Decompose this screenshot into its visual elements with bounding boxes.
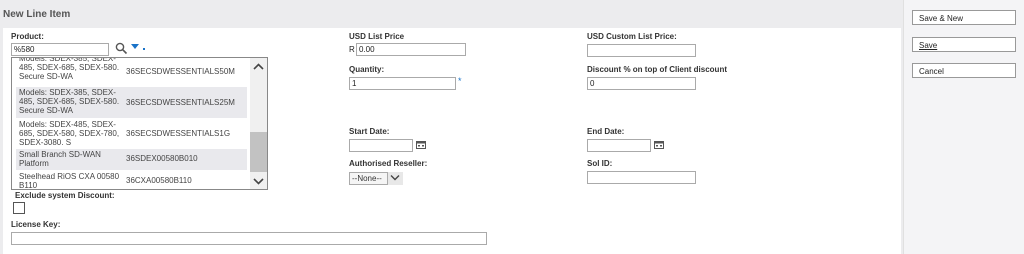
scroll-down-icon[interactable] — [252, 177, 265, 186]
end-date-label: End Date: — [587, 127, 625, 136]
usd-list-price-input[interactable] — [356, 43, 466, 56]
save-button-label: Save — [919, 41, 938, 50]
dropdown-option[interactable]: Steelhead RiOS CXA 00580 B110 36CXA00580… — [16, 171, 247, 190]
required-marker: * — [458, 76, 462, 86]
product-dropdown: Models: SDEX-385, SDEX-485, SDEX-685, SD… — [11, 57, 268, 190]
quantity-label: Quantity: — [349, 65, 385, 74]
product-input[interactable] — [11, 43, 109, 56]
scroll-up-icon[interactable] — [252, 62, 265, 71]
action-panel: Save & New Save Cancel — [903, 0, 1024, 254]
cancel-button-label: Cancel — [919, 67, 944, 76]
exclude-discount-checkbox[interactable] — [13, 202, 25, 214]
option-description: Steelhead RiOS CXA 00580 B110 — [19, 172, 120, 190]
lookup-dropdown-icon[interactable] — [130, 42, 148, 53]
option-code: 36CXA00580B110 — [126, 176, 192, 185]
start-date-input[interactable] — [349, 139, 413, 152]
discount-input[interactable] — [587, 77, 696, 90]
save-and-new-button[interactable]: Save & New — [912, 10, 1016, 25]
option-description: Models: SDEX-385, SDEX-485, SDEX-685, SD… — [19, 88, 120, 115]
option-code: 36SECSDWESSENTIALS1G — [126, 129, 231, 138]
quantity-input[interactable] — [349, 77, 456, 90]
sol-id-input[interactable] — [587, 171, 696, 184]
usd-custom-list-price-input[interactable] — [587, 44, 696, 57]
option-code: 36SECSDWESSENTIALS25M — [126, 98, 235, 107]
license-key-label: License Key: — [11, 220, 61, 229]
usd-custom-list-price-label: USD Custom List Price: — [587, 32, 677, 41]
exclude-discount-label: Exclude system Discount: — [15, 191, 115, 200]
option-code: 36SECSDWESSENTIALS50M — [126, 67, 235, 76]
select-arrow-icon — [390, 175, 400, 181]
page-title: New Line Item — [3, 9, 71, 20]
dropdown-option[interactable]: Small Branch SD-WAN Platform 36SDEX00580… — [16, 149, 247, 170]
option-description: Small Branch SD-WAN Platform — [19, 150, 101, 168]
calendar-icon[interactable] — [416, 140, 426, 149]
search-icon[interactable] — [115, 42, 128, 55]
currency-prefix: R — [349, 45, 355, 54]
select-arrow-box[interactable] — [387, 172, 403, 185]
dropdown-option[interactable]: Models: SDEX-385, SDEX-485, SDEX-685, SD… — [16, 87, 247, 118]
option-description: Models: SDEX-485, SDEX-685, SDEX-580, SD… — [19, 120, 120, 147]
option-description: Models: SDEX-385, SDEX-485, SDEX-685, SD… — [19, 57, 120, 81]
option-code: 36SDEX00580B010 — [126, 154, 198, 163]
start-date-label: Start Date: — [349, 127, 390, 136]
cancel-button[interactable]: Cancel — [912, 63, 1016, 78]
discount-label: Discount % on top of Client discount — [587, 65, 727, 74]
authorised-reseller-label: Authorised Reseller: — [349, 159, 428, 168]
sol-id-label: Sol ID: — [587, 159, 613, 168]
dropdown-option[interactable]: Models: SDEX-385, SDEX-485, SDEX-685, SD… — [16, 58, 247, 86]
license-key-input[interactable] — [11, 232, 487, 245]
save-button[interactable]: Save — [912, 37, 1016, 52]
dropdown-scroll-thumb[interactable] — [250, 132, 267, 172]
end-date-input[interactable] — [587, 139, 651, 152]
product-label: Product: — [11, 32, 44, 41]
calendar-icon[interactable] — [654, 140, 664, 149]
usd-list-price-label: USD List Price — [349, 32, 405, 41]
dropdown-option[interactable]: Models: SDEX-485, SDEX-685, SDEX-580, SD… — [16, 119, 247, 148]
